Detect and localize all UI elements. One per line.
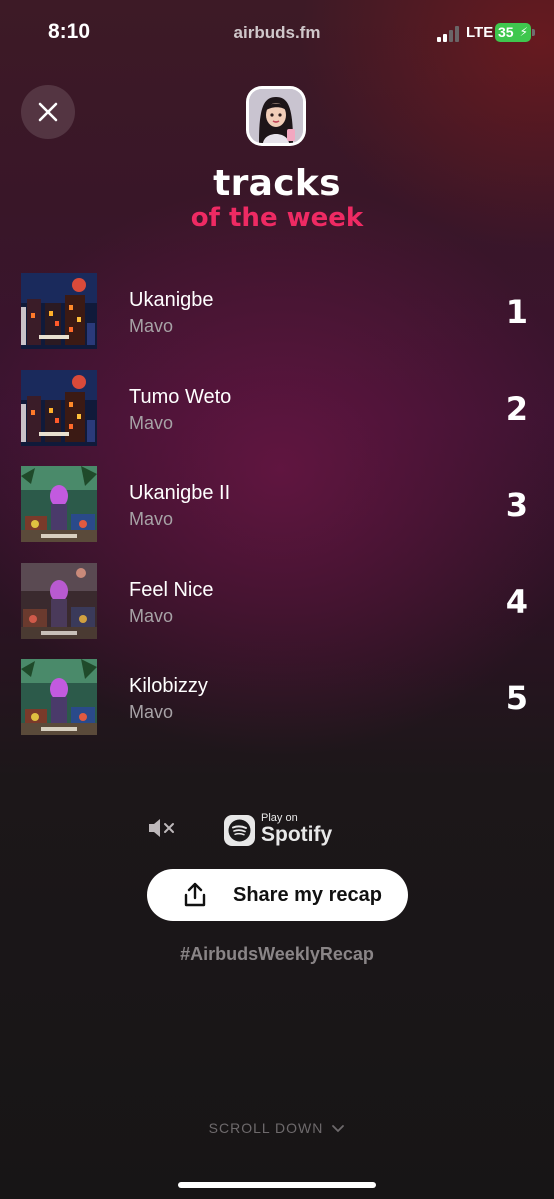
album-art	[21, 659, 97, 735]
battery-icon: 35 ⚡	[495, 23, 535, 42]
track-rank: 5	[505, 679, 528, 717]
track-title: Kilobizzy	[129, 675, 208, 697]
network-type: LTE	[466, 24, 494, 41]
speaker-muted-icon	[149, 819, 174, 837]
track-rank: 4	[505, 583, 528, 621]
spotify-label: Spotify	[261, 823, 333, 846]
avatar[interactable]	[246, 86, 306, 146]
share-icon	[184, 882, 206, 907]
track-rank: 1	[505, 293, 528, 331]
page-title: tracks	[213, 163, 341, 204]
charging-bolt-icon: ⚡	[519, 25, 528, 39]
album-art	[21, 466, 97, 542]
status-bar: 8:10 airbuds.fm LTE 35 ⚡	[0, 0, 554, 66]
track-title: Ukanigbe II	[129, 482, 231, 504]
share-recap-button[interactable]: Share my recap	[147, 869, 408, 921]
avatar-image	[249, 89, 303, 143]
scroll-down-label: SCROLL DOWN	[208, 1120, 324, 1136]
share-recap-label: Share my recap	[233, 884, 382, 906]
page-subtitle: of the week	[190, 203, 364, 233]
spotify-icon	[224, 815, 255, 846]
track-rank: 2	[505, 390, 528, 428]
track-row[interactable]: Kilobizzy Mavo 5	[0, 659, 554, 735]
track-artist: Mavo	[129, 509, 174, 529]
track-artist: Mavo	[129, 316, 174, 336]
track-title: Feel Nice	[129, 579, 214, 601]
track-artist: Mavo	[129, 606, 174, 626]
track-row[interactable]: Ukanigbe Mavo 1	[0, 273, 554, 349]
track-title: Ukanigbe	[129, 289, 214, 311]
mute-toggle[interactable]	[148, 817, 178, 844]
album-art	[21, 370, 97, 446]
chevron-down-icon	[332, 1125, 345, 1133]
battery-level: 35	[498, 24, 514, 40]
play-on-spotify-button[interactable]: Play on Spotify	[224, 812, 344, 850]
scroll-down-hint[interactable]: SCROLL DOWN	[0, 1120, 554, 1136]
album-art	[21, 563, 97, 639]
hashtag: #AirbudsWeeklyRecap	[180, 944, 374, 964]
track-artist: Mavo	[129, 413, 174, 433]
track-title: Tumo Weto	[129, 386, 232, 408]
track-rank: 3	[505, 486, 528, 524]
track-artist: Mavo	[129, 702, 174, 722]
track-row[interactable]: Tumo Weto Mavo 2	[0, 370, 554, 446]
close-button[interactable]	[21, 85, 75, 139]
track-row[interactable]: Feel Nice Mavo 4	[0, 563, 554, 639]
track-row[interactable]: Ukanigbe II Mavo 3	[0, 466, 554, 542]
close-icon	[38, 102, 58, 122]
album-art	[21, 273, 97, 349]
home-indicator[interactable]	[178, 1182, 376, 1188]
cellular-signal-icon	[437, 25, 461, 42]
